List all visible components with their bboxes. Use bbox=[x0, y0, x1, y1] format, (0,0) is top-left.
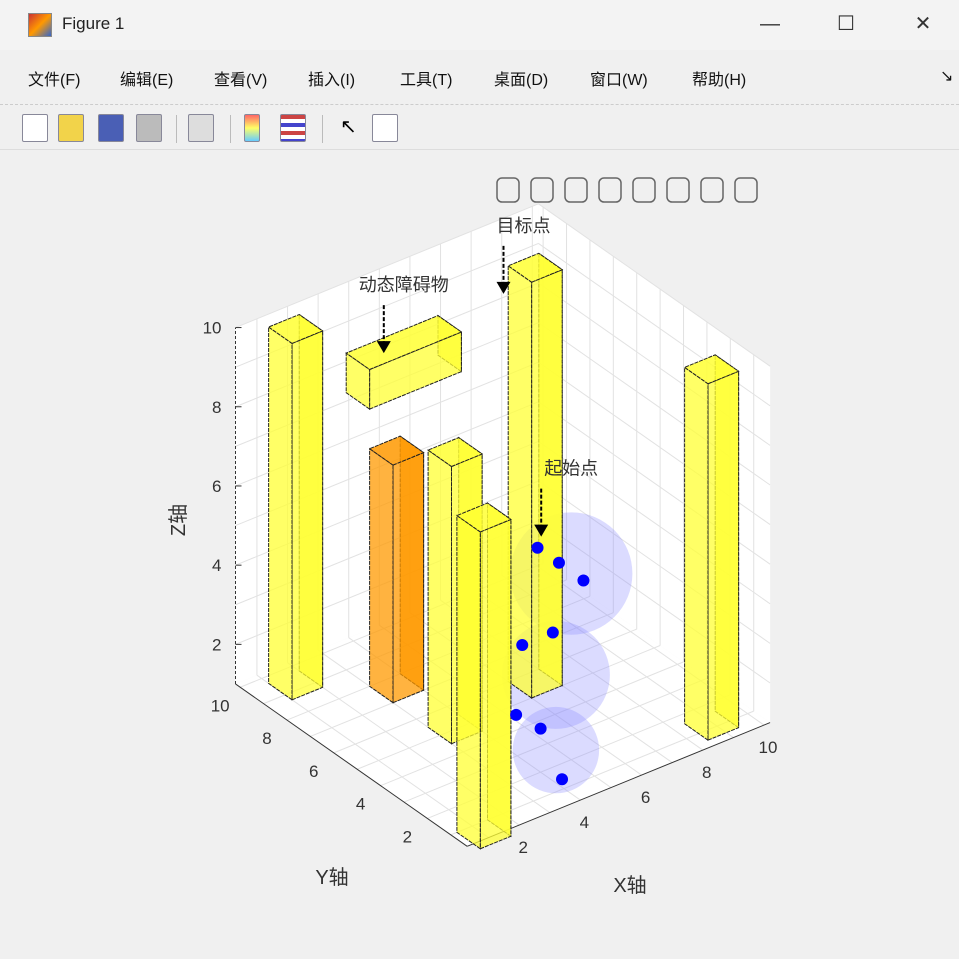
title-bar: Figure 1 — ☐ ✕ bbox=[0, 0, 959, 50]
figure-canvas: 2 4 6 8 10 2 4 6 8 10 2 4 6 8 10 X轴 Y轴 Z轴 目标点动态障碍物起始点 bbox=[14, 150, 949, 945]
z-tick-label: 10 bbox=[203, 319, 222, 338]
zoom-in-icon[interactable] bbox=[667, 178, 689, 202]
menu-insert[interactable]: 插入(I) bbox=[308, 66, 355, 90]
separator bbox=[230, 115, 231, 143]
z-tick-label: 6 bbox=[212, 477, 221, 496]
obstacle-face bbox=[428, 450, 451, 744]
y-tick-label: 4 bbox=[356, 795, 365, 814]
window-title: Figure 1 bbox=[62, 14, 124, 34]
menu-bar: 文件(F) 编辑(E) 查看(V) 插入(I) 工具(T) 桌面(D) 窗口(W… bbox=[0, 58, 959, 96]
rotate-3d-icon[interactable] bbox=[599, 178, 621, 202]
home-icon[interactable] bbox=[735, 178, 757, 202]
x-tick-label: 4 bbox=[580, 813, 589, 832]
print-preview-icon[interactable] bbox=[188, 114, 214, 142]
x-tick-label: 2 bbox=[518, 838, 527, 857]
separator bbox=[176, 115, 177, 143]
minimize-button[interactable]: — bbox=[750, 8, 790, 40]
y-axis-label: Y轴 bbox=[315, 866, 348, 889]
z-axis-label: Z轴 bbox=[167, 504, 190, 536]
separator bbox=[322, 115, 323, 143]
brush-icon[interactable] bbox=[531, 178, 553, 202]
path-point bbox=[532, 542, 544, 554]
property-inspector-icon[interactable] bbox=[372, 114, 398, 142]
obstacle-face bbox=[685, 367, 708, 740]
maximize-button[interactable]: ☐ bbox=[826, 8, 866, 40]
y-tick-label: 2 bbox=[403, 827, 412, 846]
path-point bbox=[553, 557, 565, 569]
path-point bbox=[577, 574, 589, 586]
x-tick-label: 6 bbox=[641, 788, 650, 807]
path-point bbox=[556, 773, 568, 785]
y-tick-label: 10 bbox=[211, 696, 230, 715]
zoom-out-icon[interactable] bbox=[701, 178, 723, 202]
save-icon[interactable] bbox=[98, 114, 124, 142]
z-tick-label: 2 bbox=[212, 635, 221, 654]
colorbar-icon[interactable] bbox=[244, 114, 260, 142]
z-tick-label: 8 bbox=[212, 398, 221, 417]
annotation-label: 起始点 bbox=[544, 459, 598, 479]
data-tips-icon[interactable] bbox=[565, 178, 587, 202]
menu-desktop[interactable]: 桌面(D) bbox=[494, 66, 548, 90]
x-tick-label: 10 bbox=[759, 738, 778, 757]
obstacle-face bbox=[370, 449, 393, 703]
path-point bbox=[547, 627, 559, 639]
obstacle-face bbox=[269, 327, 292, 700]
x-axis-label: X轴 bbox=[613, 874, 646, 897]
annotation-label: 目标点 bbox=[497, 216, 551, 236]
legend-icon[interactable] bbox=[280, 114, 306, 142]
y-tick-label: 8 bbox=[262, 729, 271, 748]
close-button[interactable]: ✕ bbox=[903, 8, 943, 40]
path-point bbox=[516, 639, 528, 651]
obstacle-face bbox=[457, 516, 480, 849]
pan-icon[interactable] bbox=[633, 178, 655, 202]
menu-file[interactable]: 文件(F) bbox=[28, 66, 80, 90]
z-tick-label: 4 bbox=[212, 556, 221, 575]
y-tick-label: 6 bbox=[309, 762, 318, 781]
obstacle-face bbox=[480, 519, 511, 848]
menu-edit[interactable]: 编辑(E) bbox=[120, 66, 173, 90]
print-icon[interactable] bbox=[136, 114, 162, 142]
matlab-icon bbox=[28, 13, 52, 37]
obstacle-face bbox=[292, 331, 323, 700]
axes-3d[interactable]: 2 4 6 8 10 2 4 6 8 10 2 4 6 8 10 X轴 Y轴 Z轴 目标点动态障碍物起始点 bbox=[14, 150, 949, 945]
obstacle-face bbox=[508, 266, 531, 698]
threat-sphere bbox=[513, 707, 599, 793]
menu-overflow-icon[interactable]: ↘ bbox=[940, 66, 953, 86]
obstacle-face bbox=[393, 453, 424, 703]
menu-help[interactable]: 帮助(H) bbox=[692, 66, 746, 90]
new-figure-icon[interactable] bbox=[22, 114, 48, 142]
x-tick-label: 8 bbox=[702, 763, 711, 782]
open-file-icon[interactable] bbox=[58, 114, 84, 142]
figure-toolbar: ↖ bbox=[0, 104, 959, 150]
menu-window[interactable]: 窗口(W) bbox=[590, 66, 648, 90]
export-icon[interactable] bbox=[497, 178, 519, 202]
path-point bbox=[510, 709, 522, 721]
obstacle-face bbox=[708, 371, 739, 740]
edit-pointer-icon[interactable]: ↖ bbox=[340, 114, 364, 140]
annotation-label: 动态障碍物 bbox=[359, 275, 449, 295]
path-point bbox=[535, 723, 547, 735]
menu-tools[interactable]: 工具(T) bbox=[400, 66, 452, 90]
menu-view[interactable]: 查看(V) bbox=[214, 66, 267, 90]
